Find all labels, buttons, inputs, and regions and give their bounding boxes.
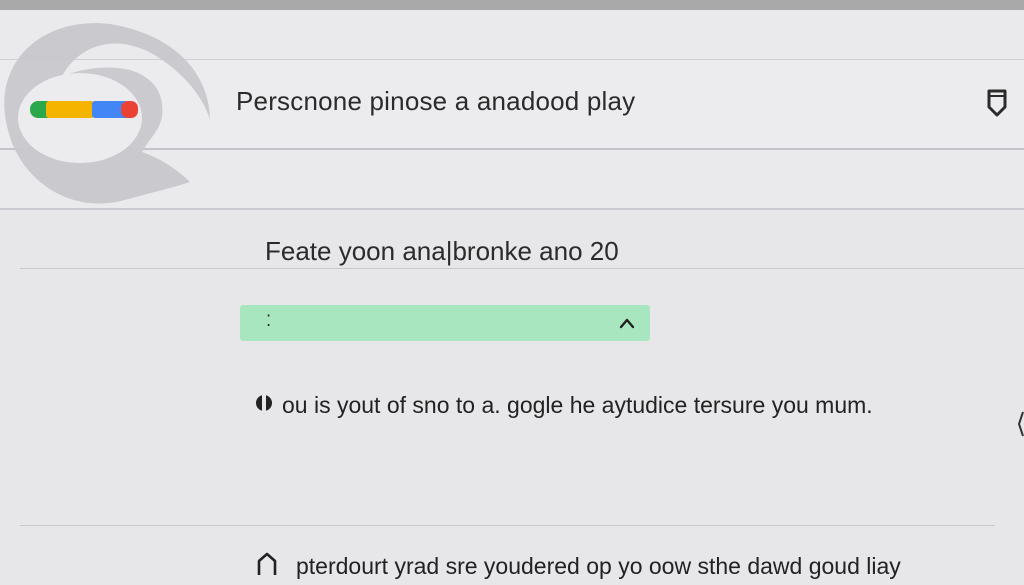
info-bullet-icon bbox=[254, 390, 274, 421]
message-row: ou is yout of sno to a. gogle he aytudic… bbox=[254, 389, 873, 421]
bottom-divider bbox=[20, 525, 995, 526]
home-icon bbox=[256, 551, 278, 582]
footer-row[interactable]: pterdourt yrad sre youdered op yo oow st… bbox=[256, 550, 901, 582]
shield-icon bbox=[987, 89, 1007, 117]
header-action-button[interactable] bbox=[982, 86, 1012, 118]
footer-text: pterdourt yrad sre youdered op yo oow st… bbox=[296, 552, 901, 579]
google-play-logo bbox=[4, 23, 210, 204]
section-title: Feate yoon ana|bronke ano 20 bbox=[265, 236, 619, 266]
page-title: Ρersсnone pinose a anadood play bbox=[236, 86, 636, 116]
selection-dropdown[interactable]: ⁚ bbox=[240, 305, 650, 341]
app-logo[interactable] bbox=[0, 10, 220, 210]
logo-yellow-segment bbox=[46, 101, 94, 118]
logo-red-segment bbox=[121, 101, 138, 118]
page: Ρersсnone pinose a anadood play Feate yo… bbox=[0, 0, 1024, 585]
section-divider bbox=[20, 268, 1024, 269]
window-top-bar bbox=[0, 0, 1024, 10]
scrollbar-handle[interactable] bbox=[1016, 410, 1024, 438]
dropdown-value: ⁚ bbox=[266, 313, 272, 330]
message-text: ou is yout of sno to a. gogle he aytudic… bbox=[282, 391, 873, 418]
chevron-up-icon bbox=[618, 315, 636, 331]
